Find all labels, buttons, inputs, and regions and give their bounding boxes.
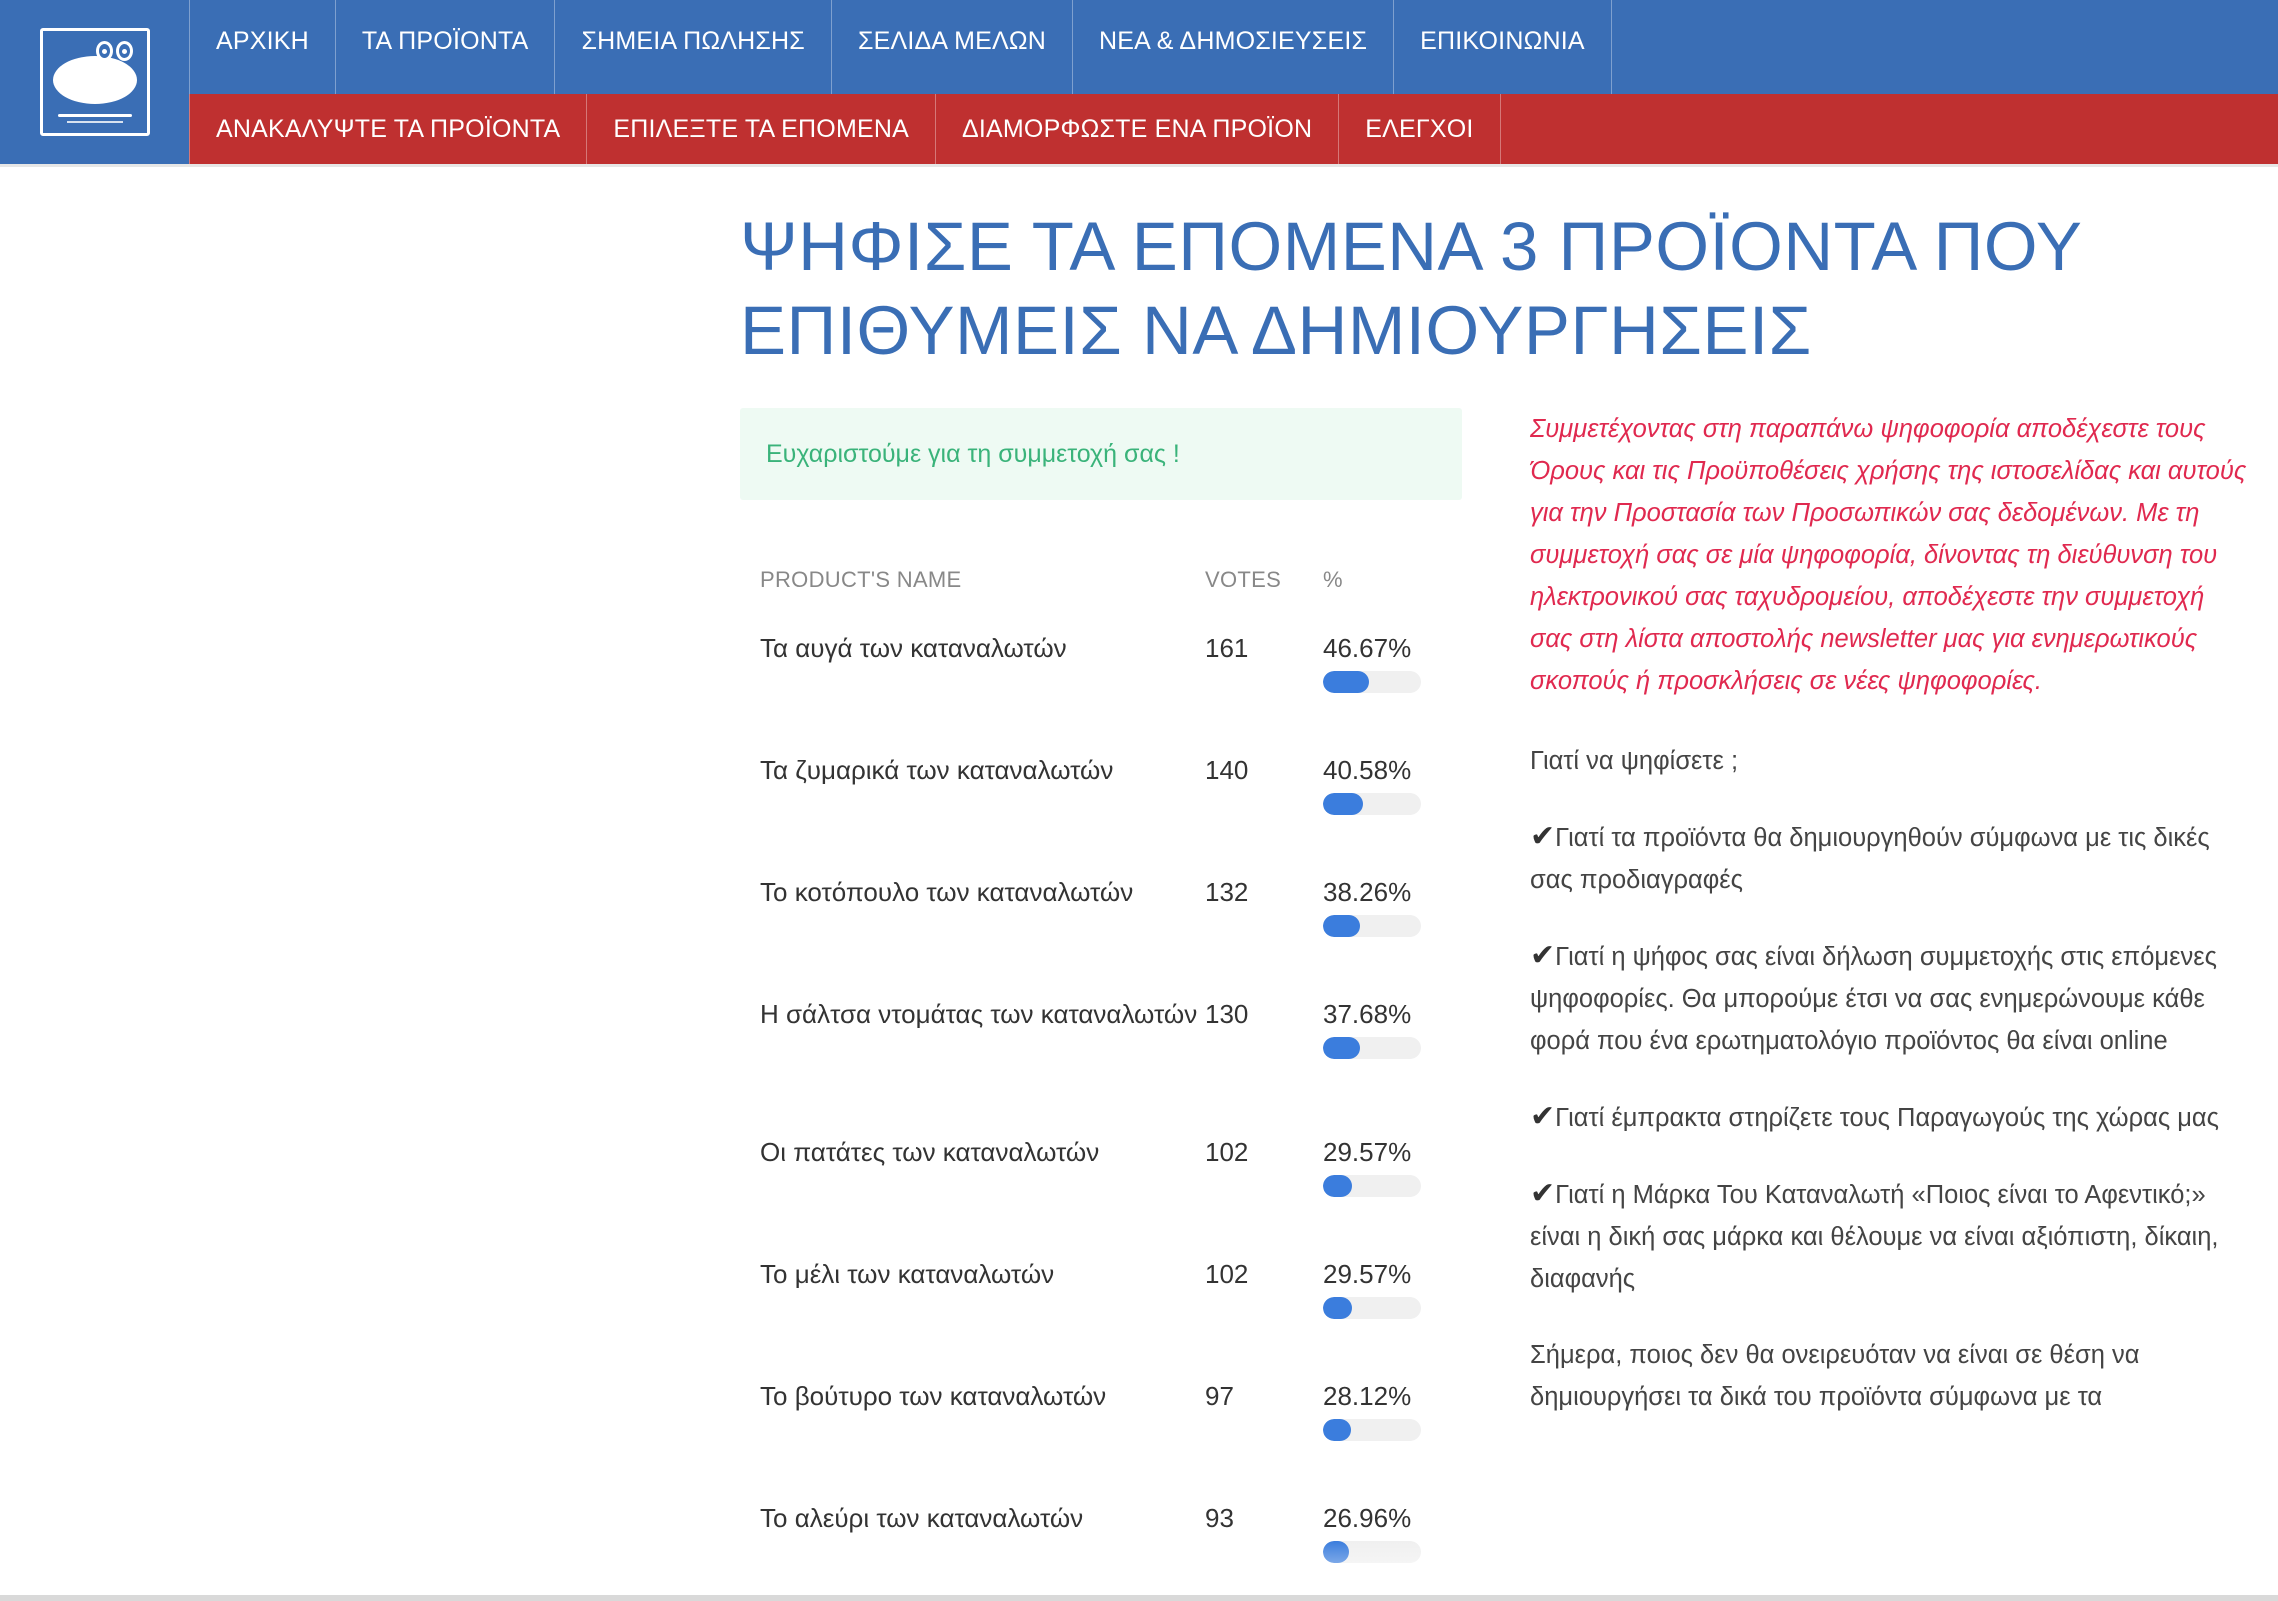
product-votes: 102 (1205, 1137, 1249, 1167)
percent-bar (1323, 915, 1421, 937)
product-name: Τα αυγά των καταναλωτών (760, 633, 1067, 663)
percent-bar-fill (1323, 671, 1369, 693)
percent-text: 29.57% (1323, 1259, 1412, 1289)
nav-news[interactable]: ΝΕΑ & ΔΗΜΟΣΙΕΥΣΕΙΣ (1073, 0, 1395, 94)
page-title-line2: ΕΠΙΘΥΜΕΙΣ ΝΑ ΔΗΜΙΟΥΡΓΗΣΕΙΣ (740, 292, 1812, 369)
percent-bar-fill (1323, 1419, 1351, 1441)
percent-bar-fill (1323, 793, 1363, 815)
nav-members-page[interactable]: ΣΕΛΙΔΑ ΜΕΛΩΝ (832, 0, 1074, 94)
percent-bar (1323, 1037, 1421, 1059)
logo-block[interactable] (0, 0, 189, 164)
logo-underline (57, 113, 132, 117)
nav-points-of-sale[interactable]: ΣΗΜΕΙΑ ΠΩΛΗΣΗΣ (555, 0, 832, 94)
percent-bar-fill (1323, 1297, 1352, 1319)
brand-logo-icon[interactable] (39, 28, 150, 136)
page-title-line1: ΨΗΦΙΣΕ ΤΑ ΕΠΟΜΕΝΑ 3 ΠΡΟΪΟΝΤΑ ΠΟΥ (740, 208, 2083, 285)
product-votes: 130 (1205, 999, 1249, 1029)
check-icon: ✔ (1530, 1177, 1556, 1210)
window-bottom-edge (0, 1595, 2278, 1601)
table-row: Οι πατάτες των καταναλωτών 102 29.57% (740, 1119, 1462, 1241)
table-row: Η σάλτσα ντομάτας των καταναλωτών 130 37… (740, 981, 1462, 1119)
header-divider (0, 164, 2278, 167)
reason-item: ✔Γιατί έμπρακτα στηρίζετε τους Παραγωγού… (1530, 1096, 2250, 1139)
subnav-design-product[interactable]: ΔΙΑΜΟΡΦΩΣΤΕ ΕΝΑ ΠΡΟΪΟΝ (936, 94, 1340, 164)
closing-paragraph: Σήμερα, ποιος δεν θα ονειρευόταν να είνα… (1530, 1341, 2140, 1411)
poll-results-table: PRODUCT'S NAME VOTES % Τα αυγά των καταν… (740, 545, 1462, 1585)
reason-text: Γιατί η ψήφος σας είναι δήλωση συμμετοχή… (1530, 943, 2217, 1055)
subnav-choose-next[interactable]: ΕΠΙΛΕΞΤΕ ΤΑ ΕΠΟΜΕΝΑ (587, 94, 936, 164)
thanks-text: Ευχαριστούμε για τη συμμετοχή σας ! (766, 439, 1180, 468)
product-percent: 38.26% (1323, 859, 1443, 981)
header-product-name: PRODUCT'S NAME (760, 567, 962, 592)
product-name: Η σάλτσα ντομάτας των καταναλωτών (760, 999, 1198, 1029)
percent-bar (1323, 1175, 1421, 1197)
product-percent: 40.58% (1323, 737, 1443, 859)
logo-underline-small (66, 120, 123, 123)
reason-item: ✔Γιατί τα προϊόντα θα δημιουργηθούν σύμφ… (1530, 816, 2250, 901)
product-name: Το μέλι των καταναλωτών (760, 1259, 1055, 1289)
percent-bar-fill (1323, 915, 1361, 937)
percent-text: 46.67% (1323, 633, 1412, 663)
subnav-discover-products[interactable]: ΑΝΑΚΑΛΥΨΤΕ ΤΑ ΠΡΟΪΟΝΤΑ (189, 94, 588, 164)
table-row: Το μέλι των καταναλωτών 102 29.57% (740, 1241, 1462, 1363)
side-info: Συμμετέχοντας στη παραπάνω ψηφοφορία απο… (1530, 408, 2250, 1452)
percent-text: 37.68% (1323, 999, 1412, 1029)
nav-products[interactable]: ΤΑ ΠΡΟΪΟΝΤΑ (336, 0, 556, 94)
thanks-message: Ευχαριστούμε για τη συμμετοχή σας ! (740, 408, 1462, 500)
reason-text: Γιατί η Μάρκα Του Καταναλωτή «Ποιος είνα… (1530, 1181, 2219, 1293)
product-name: Το βούτυρο των καταναλωτών (760, 1381, 1107, 1411)
header-votes: VOTES (1205, 567, 1282, 592)
reason-item: ✔Γιατί η ψήφος σας είναι δήλωση συμμετοχ… (1530, 935, 2250, 1062)
reason-item: ✔Γιατί η Μάρκα Του Καταναλωτή «Ποιος είν… (1530, 1173, 2250, 1300)
check-icon: ✔ (1530, 939, 1556, 972)
percent-bar (1323, 1419, 1421, 1441)
percent-text: 40.58% (1323, 755, 1412, 785)
table-row: Τα ζυμαρικά των καταναλωτών 140 40.58% (740, 737, 1462, 859)
why-vote-heading: Γιατί να ψηφίσετε ; (1530, 747, 1739, 775)
product-percent: 29.57% (1323, 1241, 1443, 1363)
product-name: Το κοτόπουλο των καταναλωτών (760, 877, 1134, 907)
product-votes: 132 (1205, 877, 1249, 907)
sub-nav: ΑΝΑΚΑΛΥΨΤΕ ΤΑ ΠΡΟΪΟΝΤΑ ΕΠΙΛΕΞΤΕ ΤΑ ΕΠΟΜΕ… (189, 94, 2278, 164)
percent-text: 38.26% (1323, 877, 1412, 907)
product-votes: 97 (1205, 1381, 1234, 1411)
reason-text: Γιατί τα προϊόντα θα δημιουργηθούν σύμφω… (1530, 824, 2210, 894)
percent-text: 29.57% (1323, 1137, 1412, 1167)
main-nav: ΑΡΧΙΚΗ ΤΑ ΠΡΟΪΟΝΤΑ ΣΗΜΕΙΑ ΠΩΛΗΣΗΣ ΣΕΛΙΔΑ… (189, 0, 2278, 94)
check-icon: ✔ (1530, 1100, 1556, 1133)
percent-bar-fill (1323, 1037, 1360, 1059)
page-title: ΨΗΦΙΣΕ ΤΑ ΕΠΟΜΕΝΑ 3 ΠΡΟΪΟΝΤΑ ΠΟΥ ΕΠΙΘΥΜΕ… (740, 205, 2140, 373)
product-percent: 37.68% (1323, 981, 1443, 1119)
percent-text: 28.12% (1323, 1381, 1412, 1411)
terms-notice: Συμμετέχοντας στη παραπάνω ψηφοφορία απο… (1530, 415, 2247, 695)
reason-text: Γιατί έμπρακτα στηρίζετε τους Παραγωγούς… (1555, 1104, 2219, 1132)
table-header: PRODUCT'S NAME VOTES % (740, 545, 1462, 615)
nav-contact[interactable]: ΕΠΙΚΟΙΝΩΝΙΑ (1394, 0, 1612, 94)
product-name: Οι πατάτες των καταναλωτών (760, 1137, 1100, 1167)
product-votes: 102 (1205, 1259, 1249, 1289)
check-icon: ✔ (1530, 820, 1556, 853)
bottom-fade (0, 1541, 2278, 1601)
subnav-checks[interactable]: ΕΛΕΓΧΟΙ (1339, 94, 1501, 164)
table-row: Το βούτυρο των καταναλωτών 97 28.12% (740, 1363, 1462, 1485)
table-row: Τα αυγά των καταναλωτών 161 46.67% (740, 615, 1462, 737)
product-name: Τα ζυμαρικά των καταναλωτών (760, 755, 1114, 785)
percent-text: 26.96% (1323, 1503, 1412, 1533)
header-percent: % (1323, 567, 1343, 592)
logo-speech-bubble-icon (52, 55, 137, 104)
percent-bar (1323, 1297, 1421, 1319)
product-votes: 161 (1205, 633, 1249, 663)
logo-eyes-icon (95, 41, 133, 61)
product-votes: 140 (1205, 755, 1249, 785)
percent-bar (1323, 793, 1421, 815)
nav-home[interactable]: ΑΡΧΙΚΗ (189, 0, 336, 94)
product-percent: 46.67% (1323, 615, 1443, 737)
product-percent: 29.57% (1323, 1119, 1443, 1241)
table-row: Το κοτόπουλο των καταναλωτών 132 38.26% (740, 859, 1462, 981)
product-percent: 28.12% (1323, 1363, 1443, 1485)
percent-bar (1323, 671, 1421, 693)
percent-bar-fill (1323, 1175, 1352, 1197)
